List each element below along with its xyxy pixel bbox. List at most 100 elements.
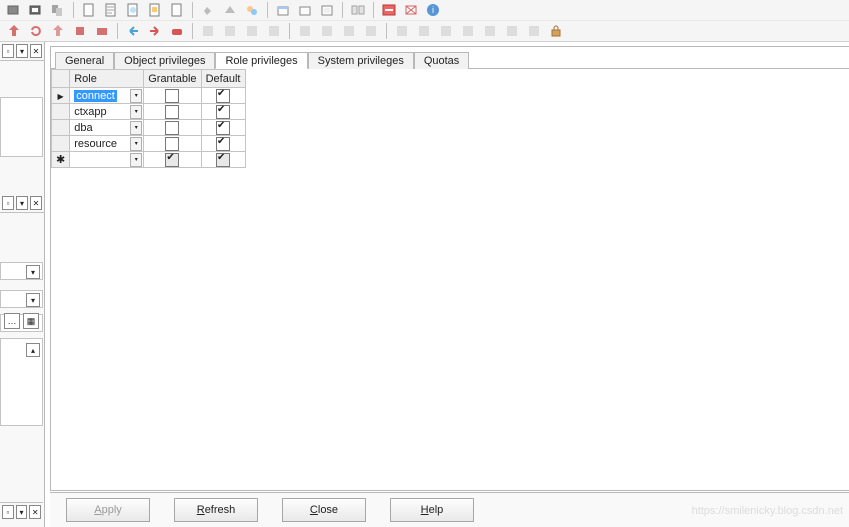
tb1-btn-6[interactable]	[123, 1, 143, 19]
tb1-btn-2[interactable]	[26, 1, 46, 19]
tb2-btn-5[interactable]	[92, 22, 112, 40]
tb1-btn-1[interactable]	[4, 1, 24, 19]
tb2-dis-3	[242, 22, 262, 40]
tb2-btn-3[interactable]	[48, 22, 68, 40]
left-combo-1[interactable]: ▾	[0, 262, 43, 280]
role-dropdown-icon[interactable]: ▾	[130, 153, 142, 167]
role-name[interactable]: ctxapp	[74, 106, 106, 118]
grantable-checkbox[interactable]	[165, 105, 179, 119]
grid-row[interactable]: ▶ connect ▾	[52, 88, 246, 104]
dock-pin-icon[interactable]: ▾	[16, 505, 28, 519]
tb1-btn-4[interactable]	[79, 1, 99, 19]
col-header-default[interactable]: Default	[201, 70, 245, 88]
tb2-btn-4[interactable]	[70, 22, 90, 40]
row-marker	[52, 120, 70, 136]
lock-icon[interactable]	[546, 22, 566, 40]
role-dropdown-icon[interactable]: ▾	[130, 121, 142, 135]
tb2-dis-2	[220, 22, 240, 40]
tb1-btn-15[interactable]	[348, 1, 368, 19]
left-list-pane[interactable]: ▴	[0, 338, 43, 426]
row-marker	[52, 104, 70, 120]
dock-close-icon[interactable]: ✕	[30, 196, 42, 210]
grantable-checkbox[interactable]	[165, 121, 179, 135]
dock-close-icon[interactable]: ✕	[30, 44, 42, 58]
close-button[interactable]: Close	[282, 498, 366, 522]
toolbar-row-2	[0, 20, 849, 41]
role-cell[interactable]: connect ▾	[70, 88, 144, 104]
tb1-btn-3[interactable]	[48, 1, 68, 19]
tb1-btn-17[interactable]	[401, 1, 421, 19]
tb1-btn-10[interactable]	[220, 1, 240, 19]
nav-back-icon[interactable]	[123, 22, 143, 40]
tab-quotas[interactable]: Quotas	[414, 52, 469, 69]
tb1-btn-14[interactable]	[317, 1, 337, 19]
tb2-btn-1[interactable]	[4, 22, 24, 40]
tab-general[interactable]: General	[55, 52, 114, 69]
tb1-btn-9[interactable]	[198, 1, 218, 19]
svg-text:i: i	[432, 5, 434, 15]
role-name[interactable]: dba	[74, 122, 92, 134]
default-checkbox[interactable]	[216, 89, 230, 103]
dock-pin-icon[interactable]: ▾	[16, 44, 28, 58]
refresh-button[interactable]: Refresh	[174, 498, 258, 522]
left-pane-1	[0, 97, 43, 157]
tb2-dis-5	[295, 22, 315, 40]
grid-row[interactable]: resource ▾	[52, 136, 246, 152]
tb2-btn-2[interactable]	[26, 22, 46, 40]
tb2-dis-1	[198, 22, 218, 40]
role-cell[interactable]: dba ▾	[70, 120, 144, 136]
default-checkbox[interactable]	[216, 153, 230, 167]
tb1-btn-5[interactable]	[101, 1, 121, 19]
grantable-checkbox[interactable]	[165, 137, 179, 151]
tab-object-privileges[interactable]: Object privileges	[114, 52, 215, 69]
chevron-down-icon[interactable]: ▾	[26, 293, 40, 307]
default-checkbox[interactable]	[216, 137, 230, 151]
role-cell[interactable]: ctxapp ▾	[70, 104, 144, 120]
role-cell[interactable]: ▾	[70, 152, 144, 168]
tb2-dis-15	[524, 22, 544, 40]
aux-button[interactable]: ▦	[23, 313, 39, 329]
tb1-btn-8[interactable]	[167, 1, 187, 19]
tb1-btn-7[interactable]	[145, 1, 165, 19]
tab-system-privileges[interactable]: System privileges	[308, 52, 414, 69]
dock-pin-icon[interactable]: ▾	[16, 196, 28, 210]
tb2-dis-14	[502, 22, 522, 40]
tb1-btn-18[interactable]: i	[423, 1, 443, 19]
role-name[interactable]: resource	[74, 138, 117, 150]
tb1-btn-11[interactable]	[242, 1, 262, 19]
grid-row[interactable]: ctxapp ▾	[52, 104, 246, 120]
scroll-up-icon[interactable]: ▴	[26, 343, 40, 357]
left-combo-2[interactable]: ▾	[0, 290, 43, 308]
role-name[interactable]: connect	[74, 90, 117, 102]
tb2-dis-9	[392, 22, 412, 40]
role-dropdown-icon[interactable]: ▾	[130, 89, 142, 103]
new-row-marker-icon: ✱	[52, 152, 70, 168]
grid-new-row[interactable]: ✱ ▾	[52, 152, 246, 168]
tb1-btn-12[interactable]	[273, 1, 293, 19]
dock-restore-icon[interactable]: ▫	[2, 196, 14, 210]
default-checkbox[interactable]	[216, 105, 230, 119]
tab-role-privileges[interactable]: Role privileges	[215, 52, 307, 69]
col-header-role[interactable]: Role	[70, 70, 144, 88]
role-cell[interactable]: resource ▾	[70, 136, 144, 152]
grantable-checkbox[interactable]	[165, 89, 179, 103]
grid-row[interactable]: dba ▾	[52, 120, 246, 136]
ellipsis-button[interactable]: …	[4, 313, 20, 329]
tb1-btn-16[interactable]	[379, 1, 399, 19]
default-checkbox[interactable]	[216, 121, 230, 135]
dock-pinbar-mid: ▫ ▾ ✕	[0, 194, 44, 213]
role-dropdown-icon[interactable]: ▾	[130, 105, 142, 119]
col-header-grantable[interactable]: Grantable	[144, 70, 201, 88]
help-button[interactable]: Help	[390, 498, 474, 522]
dock-restore-icon[interactable]: ▫	[2, 505, 14, 519]
dock-close-icon[interactable]: ✕	[29, 505, 41, 519]
tab-bar: General Object privileges Role privilege…	[51, 47, 849, 69]
nav-fwd-icon[interactable]	[145, 22, 165, 40]
apply-button[interactable]: Apply	[66, 498, 150, 522]
tb2-btn-8[interactable]	[167, 22, 187, 40]
role-dropdown-icon[interactable]: ▾	[130, 137, 142, 151]
dock-restore-icon[interactable]: ▫	[2, 44, 14, 58]
tb1-btn-13[interactable]	[295, 1, 315, 19]
chevron-down-icon[interactable]: ▾	[26, 265, 40, 279]
grantable-checkbox[interactable]	[165, 153, 179, 167]
